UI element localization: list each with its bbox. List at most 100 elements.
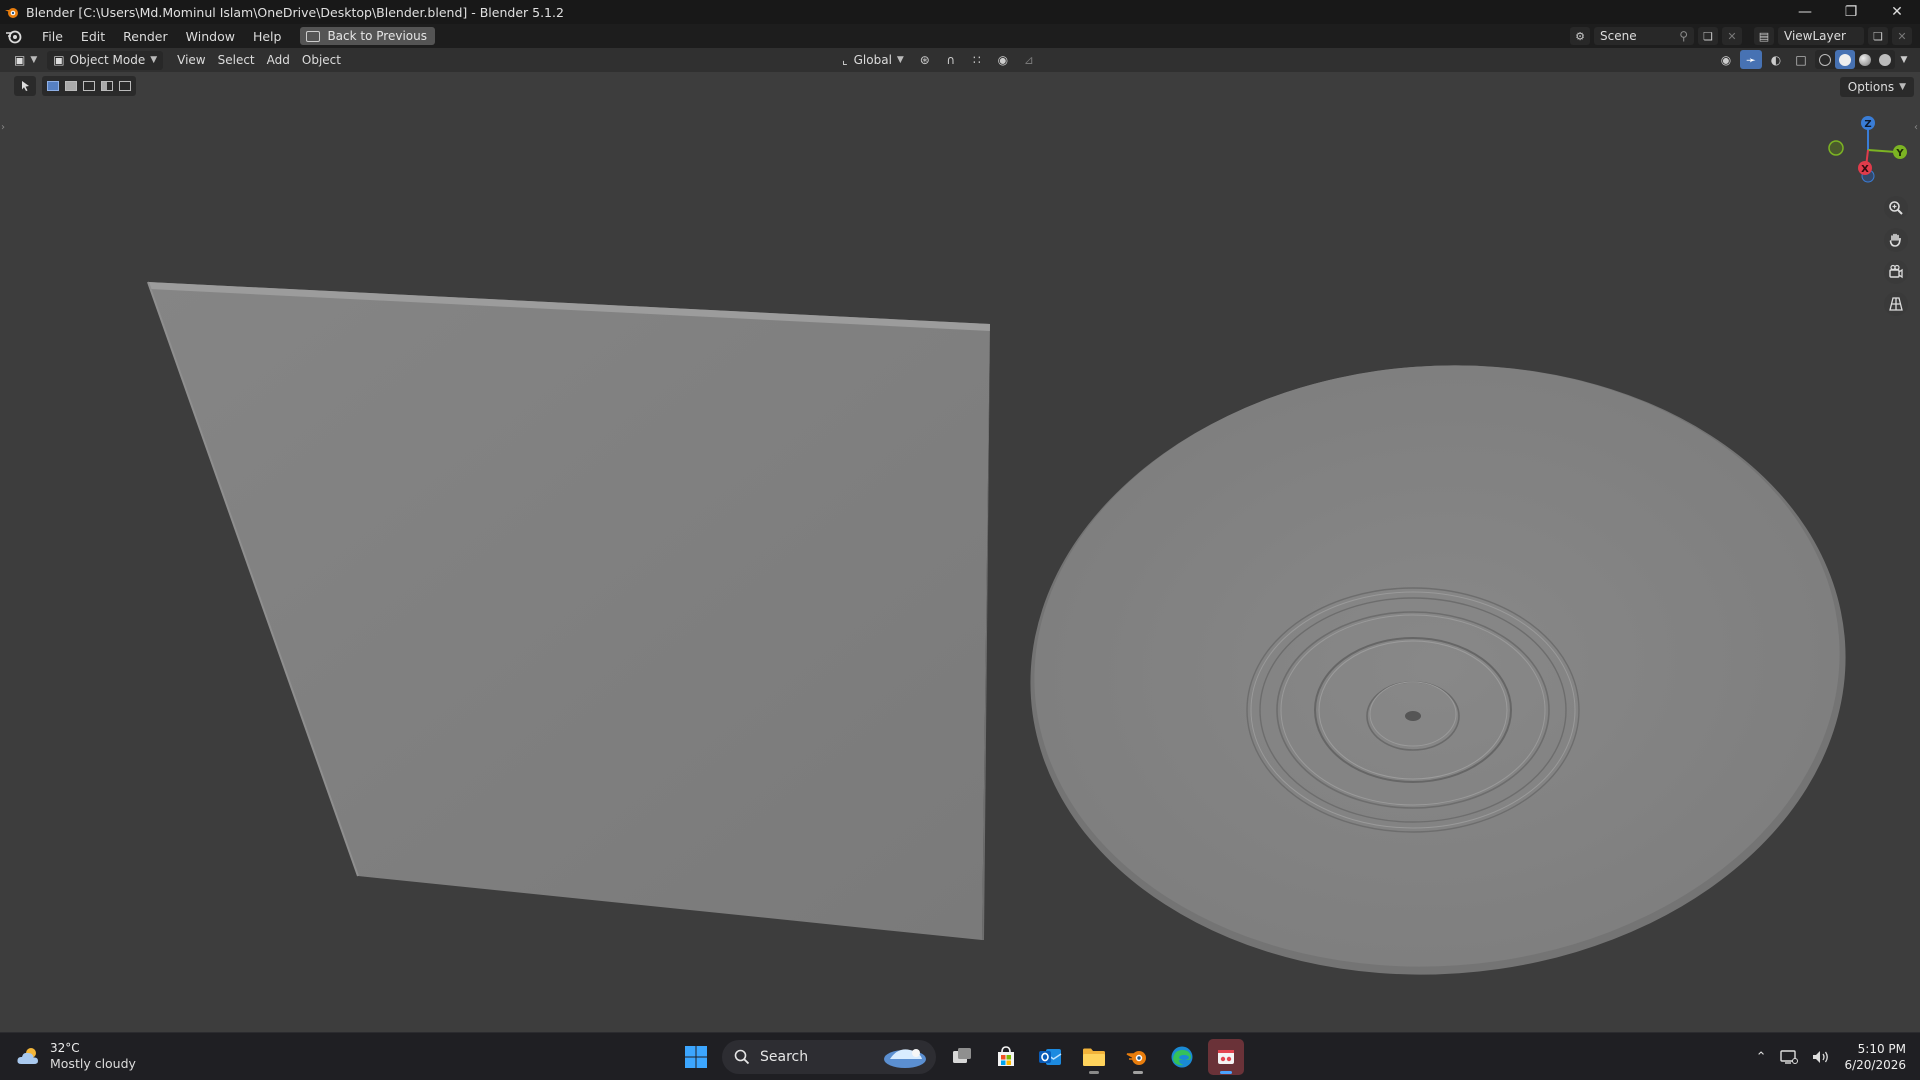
editor-type-button[interactable]: ▣ ▼ <box>8 51 43 70</box>
volume-icon[interactable] <box>1812 1049 1830 1065</box>
top-menu-bar: File Edit Render Window Help Back to Pre… <box>0 24 1920 48</box>
restore-button[interactable]: ❐ <box>1828 0 1874 24</box>
transform-orientation-dropdown[interactable]: ⌞ Global ▼ <box>836 50 910 69</box>
select-extend-icon[interactable] <box>62 78 80 94</box>
menu-view[interactable]: View <box>171 51 211 70</box>
new-viewlayer-icon[interactable]: ❏ <box>1868 27 1888 45</box>
rendered-shading-icon[interactable] <box>1875 50 1895 69</box>
chevron-down-icon: ▼ <box>896 54 904 65</box>
chevron-down-icon: ▼ <box>1899 82 1906 92</box>
search-icon <box>734 1049 750 1065</box>
search-label: Search <box>760 1049 809 1065</box>
system-clock[interactable]: 5:10 PM 6/20/2026 <box>1844 1041 1906 1073</box>
select-intersect-icon[interactable] <box>116 78 134 94</box>
y-axis-label: Y <box>1895 148 1904 159</box>
taskbar-search-box[interactable]: Search <box>722 1040 936 1074</box>
running-indicator <box>1089 1071 1099 1074</box>
proportional-edit-icon[interactable]: ◉ <box>992 50 1014 69</box>
snap-increment-icon[interactable]: ∷ <box>966 50 988 69</box>
delete-viewlayer-icon[interactable]: ✕ <box>1892 27 1912 45</box>
menu-object[interactable]: Object <box>296 51 347 70</box>
y-axis-handle[interactable]: Y <box>1893 145 1907 159</box>
orientation-label: Global <box>853 52 892 67</box>
select-subtract-icon[interactable] <box>80 78 98 94</box>
options-dropdown[interactable]: Options ▼ <box>1839 77 1914 97</box>
viewport-header: ▣ ▼ ▣ Object Mode ▼ View Select Add Objec… <box>0 48 1920 72</box>
menu-help[interactable]: Help <box>244 29 291 44</box>
camera-view-icon[interactable] <box>1884 260 1908 284</box>
close-button[interactable]: ✕ <box>1874 0 1920 24</box>
menu-render[interactable]: Render <box>114 29 177 44</box>
weather-condition: Mostly cloudy <box>50 1056 136 1071</box>
visibility-eye-icon[interactable]: ◉ <box>1715 50 1737 69</box>
windows-taskbar: 32°C Mostly cloudy Search ⌃ 5:10 PM 6/20… <box>0 1032 1920 1080</box>
shading-options-chevron-icon[interactable]: ▼ <box>1898 50 1910 69</box>
falloff-curve-icon[interactable]: ⊿ <box>1018 50 1040 69</box>
perspective-grid-icon[interactable] <box>1884 292 1908 316</box>
new-scene-icon[interactable]: ❏ <box>1698 27 1718 45</box>
back-to-previous-button[interactable]: Back to Previous <box>300 27 435 45</box>
view-layer-field[interactable]: ViewLayer <box>1778 27 1864 45</box>
cloudy-weather-icon <box>17 1048 38 1064</box>
menu-window[interactable]: Window <box>177 29 244 44</box>
scene-browse-icon[interactable]: ⚙ <box>1570 27 1590 45</box>
orientation-axes-icon: ⌞ <box>842 52 848 67</box>
network-icon[interactable] <box>1780 1049 1799 1065</box>
minimize-button[interactable]: — <box>1782 0 1828 24</box>
x-axis-handle[interactable]: X <box>1858 161 1872 175</box>
delete-scene-icon[interactable]: ✕ <box>1722 27 1742 45</box>
x-axis-label: X <box>1861 164 1869 175</box>
menu-select[interactable]: Select <box>212 51 261 70</box>
wireframe-shading-icon[interactable] <box>1815 50 1835 69</box>
z-axis-handle[interactable]: Z <box>1861 116 1875 130</box>
xray-toggle-icon[interactable]: □ <box>1790 50 1812 69</box>
select-new-icon[interactable] <box>44 78 62 94</box>
vinyl-record-mesh[interactable] <box>1010 338 1866 1001</box>
select-tool-icon[interactable] <box>14 76 36 96</box>
title-bar: Blender [C:\Users\Md.Mominul Islam\OneDr… <box>0 0 1920 24</box>
menu-file[interactable]: File <box>33 29 72 44</box>
object-mode-dropdown[interactable]: ▣ Object Mode ▼ <box>47 50 164 70</box>
zoom-icon[interactable] <box>1884 196 1908 220</box>
view-layer-label: ViewLayer <box>1784 29 1846 43</box>
select-invert-icon[interactable] <box>98 78 116 94</box>
search-highlight-icon <box>884 1049 926 1068</box>
blender-logo-icon[interactable] <box>5 27 23 45</box>
chevron-down-icon: ▼ <box>150 55 158 65</box>
shading-mode-group <box>1815 50 1895 69</box>
gizmo-toggle-icon[interactable]: ➛ <box>1740 50 1762 69</box>
pan-hand-icon[interactable] <box>1884 228 1908 252</box>
viewlayer-browse-icon[interactable]: ▤ <box>1754 27 1774 45</box>
scene-name-field[interactable]: Scene ⚲ <box>1594 27 1694 45</box>
snipping-tool-icon[interactable] <box>1208 1039 1244 1075</box>
viewport-navigation-tools <box>1884 196 1908 316</box>
options-label: Options <box>1847 80 1895 94</box>
back-to-previous-label: Back to Previous <box>327 29 427 43</box>
blender-taskbar-icon[interactable] <box>1120 1039 1156 1075</box>
chevron-up-icon[interactable]: ⌃ <box>1756 1050 1767 1065</box>
microsoft-store-icon[interactable] <box>988 1039 1024 1075</box>
solid-shading-icon[interactable] <box>1835 50 1855 69</box>
material-preview-shading-icon[interactable] <box>1855 50 1875 69</box>
object-mode-icon: ▣ <box>53 53 65 67</box>
edge-browser-icon[interactable] <box>1164 1039 1200 1075</box>
windows-start-icon[interactable] <box>678 1039 714 1075</box>
running-indicator <box>1133 1071 1143 1074</box>
3d-viewport-scene[interactable] <box>0 100 1920 1030</box>
pin-icon[interactable]: ⚲ <box>1679 29 1688 43</box>
weather-widget[interactable]: 32°C Mostly cloudy <box>16 1041 136 1071</box>
pivot-point-icon[interactable]: ⊛ <box>914 50 936 69</box>
file-explorer-icon[interactable] <box>1076 1039 1112 1075</box>
tool-settings-row <box>14 76 136 96</box>
menu-add[interactable]: Add <box>261 51 296 70</box>
blender-app-icon <box>5 8 18 18</box>
album-sleeve-mesh[interactable] <box>147 281 990 940</box>
snap-magnet-icon[interactable]: ∩ <box>940 50 962 69</box>
navigation-gizmo[interactable]: Z Y X <box>1816 112 1916 192</box>
menu-edit[interactable]: Edit <box>72 29 114 44</box>
overlay-toggle-icon[interactable]: ◐ <box>1765 50 1787 69</box>
neg-y-axis-handle[interactable] <box>1828 140 1844 156</box>
task-view-icon[interactable] <box>944 1039 980 1075</box>
scene-name-label: Scene <box>1600 29 1637 43</box>
outlook-mail-icon[interactable] <box>1032 1039 1068 1075</box>
